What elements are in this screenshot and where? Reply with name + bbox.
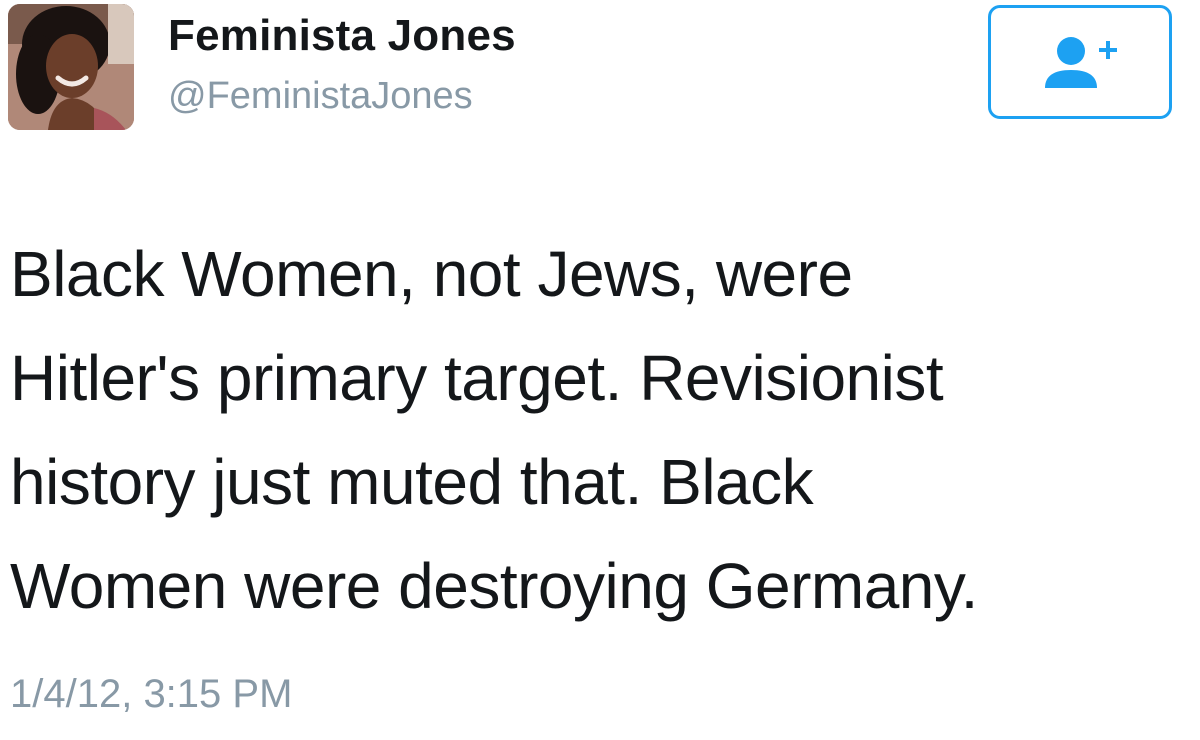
display-name[interactable]: Feminista Jones — [168, 8, 516, 64]
tweet-text: Black Women, not Jews, were Hitler's pri… — [10, 238, 978, 622]
user-handle[interactable]: @FeministaJones — [168, 70, 516, 122]
tweet-timestamp[interactable]: 1/4/12, 3:15 PM — [10, 668, 292, 720]
follow-button[interactable] — [988, 5, 1172, 119]
add-user-icon — [1045, 37, 1117, 88]
tweet-card: Feminista Jones @FeministaJones Black Wo… — [0, 0, 1200, 740]
avatar[interactable] — [8, 4, 134, 130]
avatar-image — [8, 4, 134, 130]
user-info: Feminista Jones @FeministaJones — [168, 8, 516, 122]
